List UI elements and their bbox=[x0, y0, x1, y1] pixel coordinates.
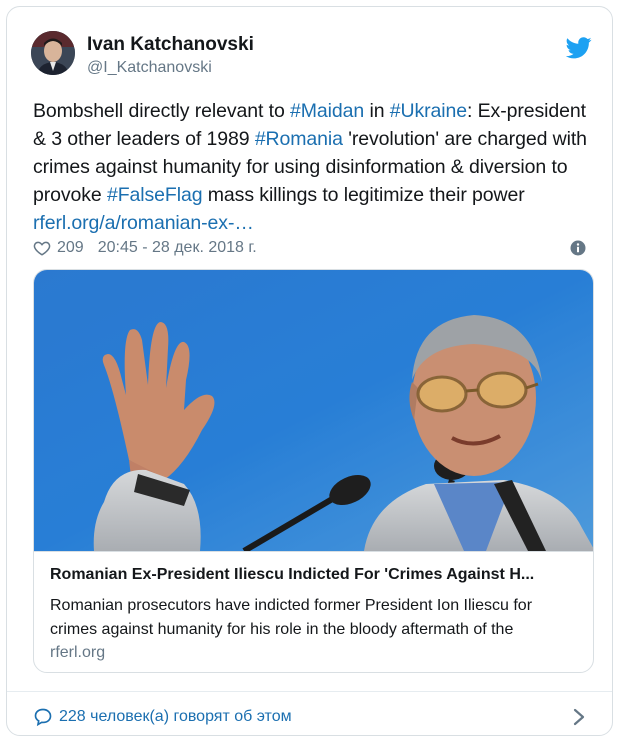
hashtag-link[interactable]: #Romania bbox=[255, 128, 343, 150]
hashtag-link[interactable]: #FalseFlag bbox=[107, 184, 203, 206]
avatar[interactable] bbox=[31, 31, 75, 75]
speech-bubble-icon bbox=[34, 708, 52, 727]
tweet-meta: 209 20:45 - 28 дек. 2018 г. bbox=[33, 237, 257, 259]
hashtag-link[interactable]: #Ukraine bbox=[390, 100, 467, 122]
tweet-card: Ivan Katchanovski @I_Katchanovski Bombsh… bbox=[6, 6, 613, 736]
tweet-text-segment: mass killings to legitimize their power bbox=[202, 184, 525, 206]
author-handle[interactable]: @I_Katchanovski bbox=[87, 59, 212, 77]
link-card-description: Romanian prosecutors have indicted forme… bbox=[50, 597, 533, 638]
conversation-link[interactable]: 228 человек(а) говорят об этом bbox=[33, 705, 593, 729]
tweet-text-segment: in bbox=[364, 100, 390, 122]
link-card-divider bbox=[34, 551, 593, 552]
footer-divider bbox=[7, 691, 612, 692]
link-card-title[interactable]: Romanian Ex-President Iliescu Indicted F… bbox=[50, 566, 580, 584]
heart-icon[interactable] bbox=[33, 239, 51, 257]
tweet-text-segment: Bombshell directly relevant to bbox=[33, 100, 291, 122]
info-icon[interactable] bbox=[570, 240, 586, 256]
avatar-portrait bbox=[31, 31, 75, 75]
link-card-domain: rferl.org bbox=[50, 644, 106, 661]
url-link[interactable]: rferl.org/a/romanian-ex-… bbox=[33, 212, 254, 234]
link-preview-card[interactable]: Romanian Ex-President Iliescu Indicted F… bbox=[33, 269, 594, 673]
twitter-bird-icon[interactable] bbox=[566, 37, 592, 59]
like-count[interactable]: 209 bbox=[57, 239, 84, 257]
tweet-text: Bombshell directly relevant to #Maidan i… bbox=[33, 97, 598, 237]
author-name[interactable]: Ivan Katchanovski bbox=[87, 34, 254, 56]
timestamp[interactable]: 20:45 - 28 дек. 2018 г. bbox=[98, 239, 257, 257]
conversation-count-label[interactable]: 228 человек(а) говорят об этом bbox=[59, 708, 292, 726]
article-image bbox=[34, 270, 593, 551]
chevron-right-icon[interactable] bbox=[573, 708, 585, 726]
hashtag-link[interactable]: #Maidan bbox=[290, 100, 364, 122]
